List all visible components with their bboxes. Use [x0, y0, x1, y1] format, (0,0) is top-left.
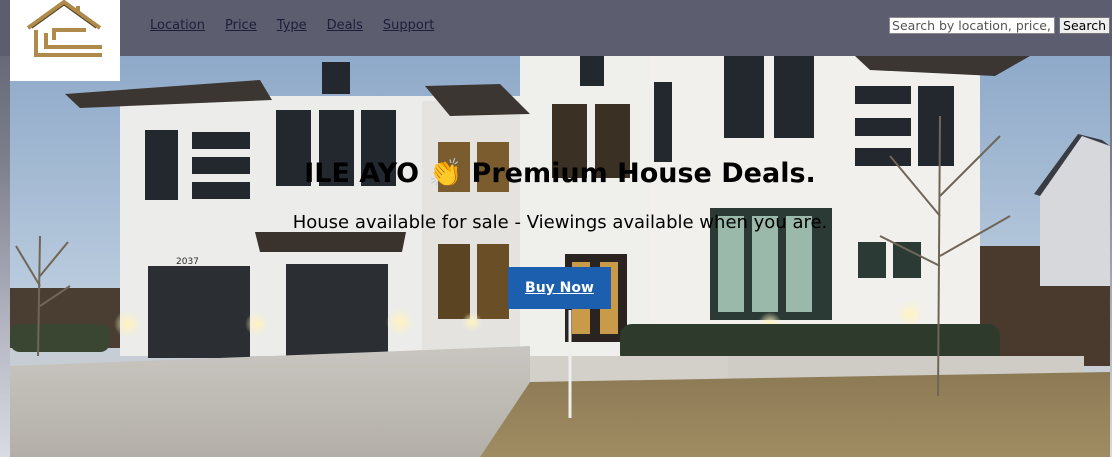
search-bar: Search	[889, 17, 1110, 34]
house-number: 2037	[176, 257, 199, 267]
search-button[interactable]: Search	[1059, 17, 1110, 34]
site-header: Location Price Type Deals Support Search	[0, 0, 1112, 81]
nav-location[interactable]: Location	[150, 18, 205, 33]
main-nav: Location Price Type Deals Support	[150, 18, 434, 33]
buy-now-button[interactable]: Buy Now	[508, 267, 611, 309]
nav-support[interactable]: Support	[383, 18, 434, 33]
hero-section: 2037 ILE AYO 👏 Premium House Deals. Hous…	[10, 56, 1110, 457]
nav-deals[interactable]: Deals	[327, 18, 363, 33]
nav-price[interactable]: Price	[225, 18, 257, 33]
logo-graphic	[26, 0, 102, 57]
nav-type[interactable]: Type	[277, 18, 307, 33]
hero-house-image: 2037	[10, 56, 1110, 457]
hero-title: ILE AYO 👏 Premium House Deals.	[304, 158, 816, 189]
search-input[interactable]	[889, 17, 1056, 34]
hero-subtitle: House available for sale - Viewings avai…	[292, 212, 828, 233]
house-logo-icon[interactable]	[10, 0, 120, 81]
